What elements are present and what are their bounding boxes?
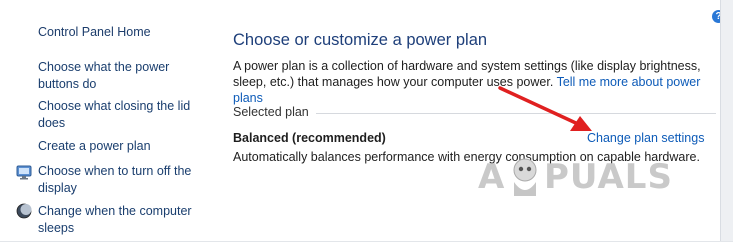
sidebar-item-label: sleeps (38, 221, 75, 235)
sidebar-item-power-buttons[interactable]: Choose what the power buttons do (38, 59, 203, 93)
sidebar-item-label: Choose what closing the lid (38, 99, 191, 113)
sidebar-item-turn-off-display[interactable]: Choose when to turn off the display (38, 163, 203, 197)
sidebar-item-label: does (38, 116, 66, 130)
plan-name: Balanced (recommended) (233, 131, 386, 145)
plan-intro-text: A power plan is a collection of hardware… (233, 58, 723, 106)
sidebar-item-label: display (38, 181, 77, 195)
sidebar-item-label: Choose what the power (38, 60, 170, 74)
sidebar-item-label: Change when the computer (38, 204, 192, 218)
sidebar-item-label: buttons do (38, 77, 97, 91)
sidebar-item-create-plan[interactable]: Create a power plan (38, 138, 203, 155)
moon-icon (16, 203, 32, 219)
sidebar-item-closing-lid[interactable]: Choose what closing the lid does (38, 98, 203, 132)
red-arrow-annotation (498, 86, 592, 131)
sidebar-item-sleep[interactable]: Change when the computer sleeps (38, 203, 203, 237)
change-plan-settings-link[interactable]: Change plan settings (587, 131, 704, 145)
watermark-mascot-icon (513, 158, 537, 196)
sidebar-item-label: Choose when to turn off the (38, 164, 192, 178)
watermark-text-right: PUALS (544, 157, 673, 197)
sidebar: Control Panel Home Choose what the power… (0, 0, 210, 250)
sidebar-control-panel-home[interactable]: Control Panel Home (38, 24, 203, 41)
window-scrollbar-edge (720, 0, 733, 250)
monitor-icon (16, 165, 32, 180)
watermark-text-left: A (478, 157, 506, 197)
selected-plan-label: Selected plan (233, 105, 309, 119)
page-title: Choose or customize a power plan (233, 31, 488, 49)
watermark-logo: A PUALS (478, 154, 690, 200)
